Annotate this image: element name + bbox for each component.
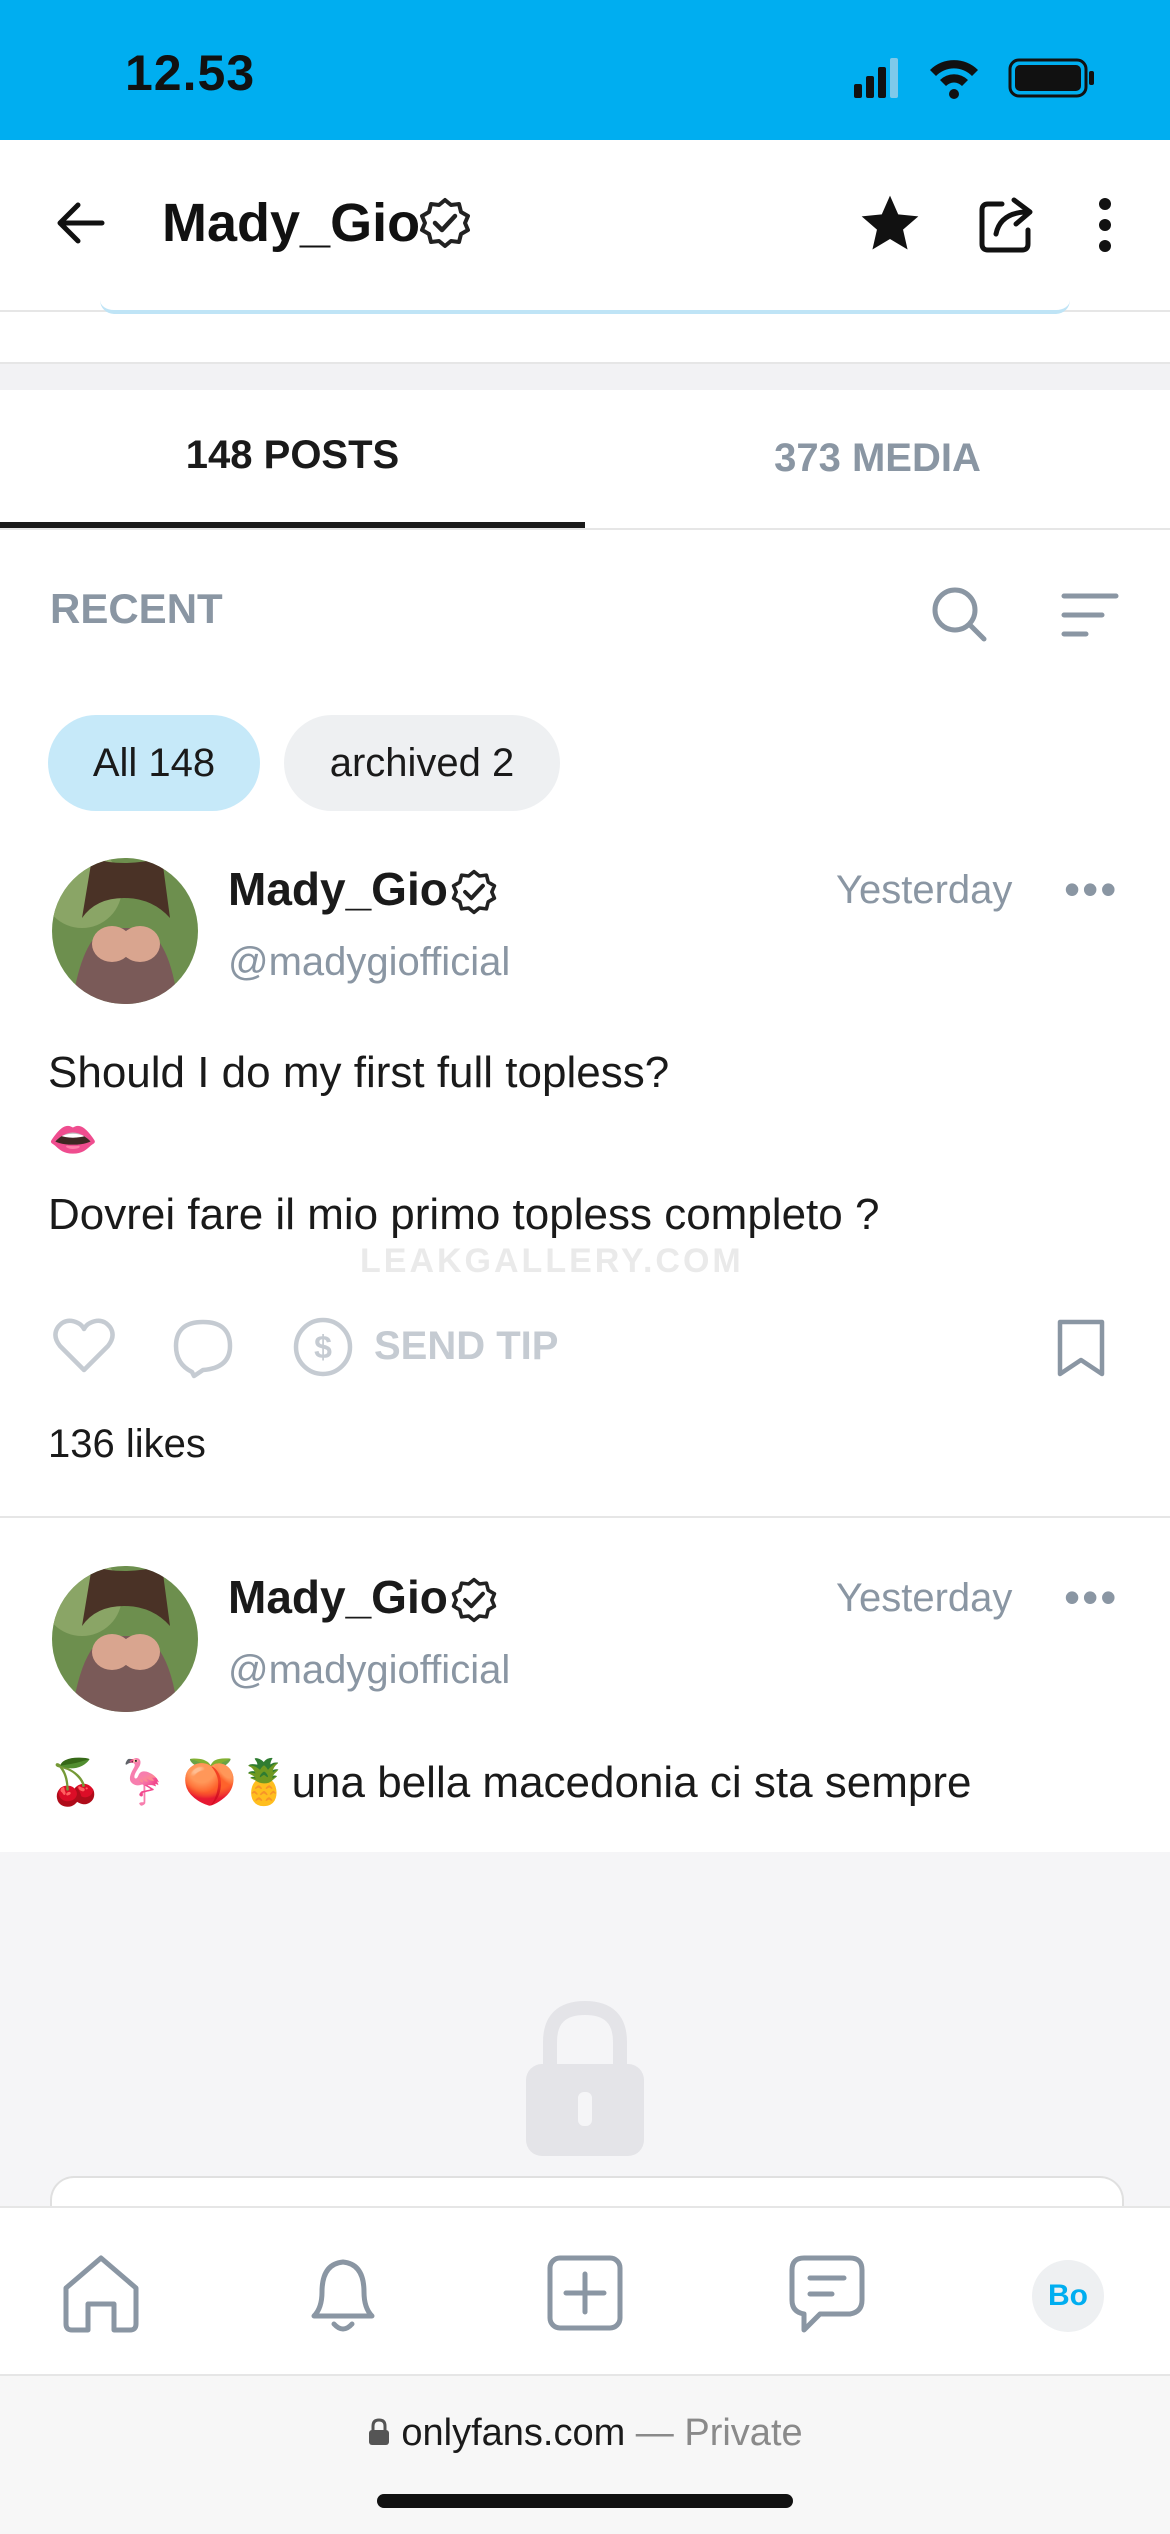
search-icon[interactable] (928, 583, 990, 645)
dollar-icon[interactable]: $ (292, 1316, 354, 1378)
home-icon[interactable] (58, 2250, 144, 2336)
back-arrow-icon[interactable] (50, 192, 112, 254)
profile-avatar-button[interactable]: Bo (1032, 2260, 1104, 2332)
battery-icon (1008, 58, 1094, 98)
post-author-name[interactable]: Mady_Gio (228, 1570, 448, 1624)
sort-label[interactable]: RECENT (50, 585, 223, 633)
status-time: 12.53 (125, 45, 256, 101)
lock-icon (526, 2000, 644, 2156)
more-horizontal-icon[interactable]: ••• (1064, 862, 1118, 916)
post-text-line: Should I do my first full topless? (48, 1048, 670, 1097)
url-display[interactable]: onlyfans.com — Private (0, 2412, 1170, 2455)
wifi-icon (930, 60, 978, 99)
send-tip-button[interactable]: SEND TIP (374, 1324, 558, 1369)
more-vertical-icon[interactable] (1088, 194, 1122, 256)
cellular-signal-icon (854, 58, 898, 98)
bookmark-icon[interactable] (1054, 1318, 1108, 1380)
post-text-line: Dovrei fare il mio primo topless complet… (48, 1190, 880, 1239)
lock-icon (369, 2418, 390, 2445)
post-timestamp: Yesterday (836, 1576, 1013, 1620)
svg-text:$: $ (314, 1329, 332, 1365)
url-private-label: — Private (625, 2412, 803, 2454)
post-author-handle[interactable]: @madygiofficial (228, 1648, 510, 1693)
tab-posts[interactable]: 148 POSTS (0, 388, 585, 528)
url-domain: onlyfans.com (401, 2412, 626, 2454)
message-icon[interactable] (784, 2250, 870, 2336)
more-horizontal-icon[interactable]: ••• (1064, 1570, 1118, 1624)
verified-badge-icon (451, 1577, 497, 1623)
add-icon[interactable] (542, 2250, 628, 2336)
likes-count[interactable]: 136 likes (48, 1422, 206, 1467)
post-author-name[interactable]: Mady_Gio (228, 862, 448, 916)
filter-chip-archived[interactable]: archived 2 (284, 715, 560, 811)
home-indicator (377, 2494, 793, 2508)
avatar[interactable] (52, 858, 198, 1004)
verified-badge-icon (420, 198, 470, 248)
page-title: Mady_Gio (162, 193, 421, 253)
heart-icon[interactable] (52, 1316, 116, 1376)
avatar[interactable] (52, 1566, 198, 1712)
comment-icon[interactable] (172, 1316, 234, 1380)
status-icons (854, 58, 1094, 99)
verified-badge-icon (451, 869, 497, 915)
sort-icon[interactable] (1060, 590, 1120, 640)
watermark: LEAKGALLERY.COM (360, 1242, 744, 1280)
post-timestamp: Yesterday (836, 868, 1013, 912)
section-separator (0, 362, 1170, 390)
bell-icon[interactable] (300, 2250, 386, 2336)
post-text-line: 🍒 🦩 🍑🍍una bella macedonia ci sta sempre (48, 1758, 972, 1807)
post-author-handle[interactable]: @madygiofficial (228, 940, 510, 985)
filter-chip-all[interactable]: All 148 (48, 715, 260, 811)
cover-edge (100, 300, 1070, 314)
star-icon[interactable] (856, 190, 924, 258)
post-divider (0, 1516, 1170, 1518)
share-icon[interactable] (974, 190, 1042, 258)
content-tabs: 148 POSTS 373 MEDIA (0, 388, 1170, 530)
tab-media[interactable]: 373 MEDIA (585, 388, 1170, 528)
post-emoji-line: 👄 (48, 1118, 98, 1162)
